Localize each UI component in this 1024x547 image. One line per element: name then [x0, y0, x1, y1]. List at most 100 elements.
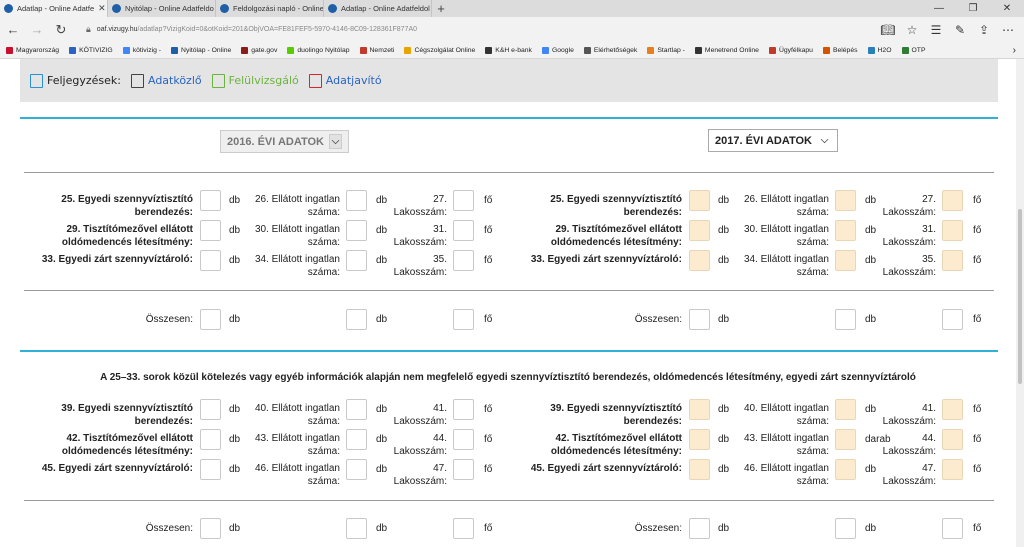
left-population-input[interactable] [453, 459, 474, 480]
vertical-scrollbar[interactable] [1016, 59, 1024, 547]
favorite-item[interactable]: Belépés [822, 46, 858, 54]
row-label: 45. Egyedi zárt szennyvíztároló: [41, 463, 193, 474]
refresh-icon[interactable]: ↻ [50, 19, 72, 41]
favorite-item[interactable]: duolingo Nyitólap [287, 46, 350, 54]
right-population-input[interactable] [942, 220, 963, 241]
left-property-input[interactable] [346, 459, 367, 480]
right-count-input[interactable] [689, 459, 710, 480]
minimize-icon[interactable]: — [922, 0, 956, 17]
right-total-count-input[interactable] [689, 518, 710, 539]
favorites-more-icon[interactable]: › [1013, 45, 1016, 56]
left-property-input[interactable] [346, 250, 367, 271]
right-count-input[interactable] [689, 250, 710, 271]
favorite-item[interactable]: Google [541, 46, 574, 54]
population-label: 47. Lakosszám: [882, 463, 936, 487]
left-property-input[interactable] [346, 429, 367, 450]
left-population-input[interactable] [453, 220, 474, 241]
right-count-input[interactable] [689, 190, 710, 211]
adatkozlo-link[interactable]: Adatközlő [130, 73, 202, 88]
right-property-input[interactable] [835, 429, 856, 450]
right-count-input[interactable] [689, 399, 710, 420]
right-total-population-input[interactable] [942, 309, 963, 330]
right-population-input[interactable] [942, 399, 963, 420]
right-population-input[interactable] [942, 190, 963, 211]
property-count-label: 46. Ellátott ingatlan száma: [254, 463, 340, 487]
right-population-input[interactable] [942, 250, 963, 271]
favorite-item[interactable]: K&H e-bank [485, 46, 532, 54]
favorite-item[interactable]: Cégszolgálat Online [404, 46, 475, 54]
favorite-item[interactable]: KÖTIVIZIG [69, 46, 113, 54]
restore-icon[interactable]: ❐ [956, 0, 990, 17]
favorite-item[interactable]: gate.gov [241, 46, 277, 54]
right-total-count-input[interactable] [689, 309, 710, 330]
left-total-property-input[interactable] [346, 518, 367, 539]
left-population-input[interactable] [453, 429, 474, 450]
favorite-item[interactable]: H2O [867, 46, 892, 54]
notes-icon[interactable]: ✎ [948, 20, 972, 40]
right-total-population-input[interactable] [942, 518, 963, 539]
right-total-property-input[interactable] [835, 309, 856, 330]
left-population-input[interactable] [453, 190, 474, 211]
right-total-property-input[interactable] [835, 518, 856, 539]
favorite-label: K&H e-bank [495, 46, 532, 54]
forward-arrow-icon[interactable]: → [26, 19, 48, 41]
close-window-icon[interactable]: ✕ [990, 0, 1024, 17]
right-property-input[interactable] [835, 250, 856, 271]
left-total-population-input[interactable] [453, 309, 474, 330]
share-icon[interactable]: ⇪ [972, 20, 996, 40]
left-count-input[interactable] [200, 250, 221, 271]
left-count-input[interactable] [200, 190, 221, 211]
right-population-input[interactable] [942, 429, 963, 450]
left-count-input[interactable] [200, 459, 221, 480]
right-property-input[interactable] [835, 220, 856, 241]
favorite-item[interactable]: Magyarország [6, 46, 59, 54]
year-2017-select[interactable]: 2017. ÉVI ADATOK ⌵ [708, 129, 838, 152]
right-population-input[interactable] [942, 459, 963, 480]
left-population-input[interactable] [453, 399, 474, 420]
back-arrow-icon[interactable]: ← [2, 19, 24, 41]
right-property-input[interactable] [835, 190, 856, 211]
right-count-input[interactable] [689, 429, 710, 450]
left-property-input[interactable] [346, 220, 367, 241]
unit-label: fő [973, 464, 982, 475]
right-property-input[interactable] [835, 459, 856, 480]
left-count-input[interactable] [200, 220, 221, 241]
left-total-property-input[interactable] [346, 309, 367, 330]
scrollbar-thumb[interactable] [1018, 209, 1022, 384]
favorite-item[interactable]: Menetrend Online [694, 46, 759, 54]
left-total-count-input[interactable] [200, 309, 221, 330]
left-property-input[interactable] [346, 190, 367, 211]
favorite-item[interactable]: OTP [901, 46, 925, 54]
favorite-item[interactable]: Startlap - [647, 46, 685, 54]
left-property-input[interactable] [346, 399, 367, 420]
url-field[interactable]: 🔒︎ oaf.vizugy.hu/adatlap?VizigKoid=0&otK… [86, 20, 876, 40]
favorite-item[interactable]: Elérhetőségek [583, 46, 637, 54]
adatjavito-link[interactable]: Adatjavító [308, 73, 382, 88]
browser-tab[interactable]: Feldolgozási napló - Online [216, 0, 324, 17]
hub-icon[interactable]: ☰ [924, 20, 948, 40]
browser-tab[interactable]: Adatlap - Online Adatfeldol [324, 0, 432, 17]
favorite-item[interactable]: Ügyfélkapu [768, 46, 813, 54]
favorite-item[interactable]: Nemzeti [359, 46, 394, 54]
right-property-input[interactable] [835, 399, 856, 420]
left-count-input[interactable] [200, 429, 221, 450]
right-count-input[interactable] [689, 220, 710, 241]
unit-label: fő [973, 255, 982, 266]
year-2016-select[interactable]: 2016. ÉVI ADATOK ⌵ [220, 130, 349, 153]
reading-view-icon[interactable]: 📖︎ [876, 20, 900, 40]
left-population-input[interactable] [453, 250, 474, 271]
site-favicon-icon [328, 4, 337, 13]
favorite-star-icon[interactable]: ☆ [900, 20, 924, 40]
new-tab-icon[interactable]: + [432, 0, 450, 17]
left-total-count-input[interactable] [200, 518, 221, 539]
browser-tab[interactable]: Adatlap - Online Adatfe ✕ [0, 0, 108, 17]
felulvizsgalo-link[interactable]: Felülvizsgáló [211, 73, 299, 88]
left-count-input[interactable] [200, 399, 221, 420]
close-tab-icon[interactable]: ✕ [98, 3, 106, 14]
more-icon[interactable]: ⋯ [996, 20, 1020, 40]
unit-label: db [718, 255, 730, 266]
favorite-item[interactable]: kötivizig - [122, 46, 161, 54]
left-total-population-input[interactable] [453, 518, 474, 539]
browser-tab[interactable]: Nyitólap - Online Adatfeldo [108, 0, 216, 17]
favorite-item[interactable]: Nyitólap - Online [171, 46, 231, 54]
